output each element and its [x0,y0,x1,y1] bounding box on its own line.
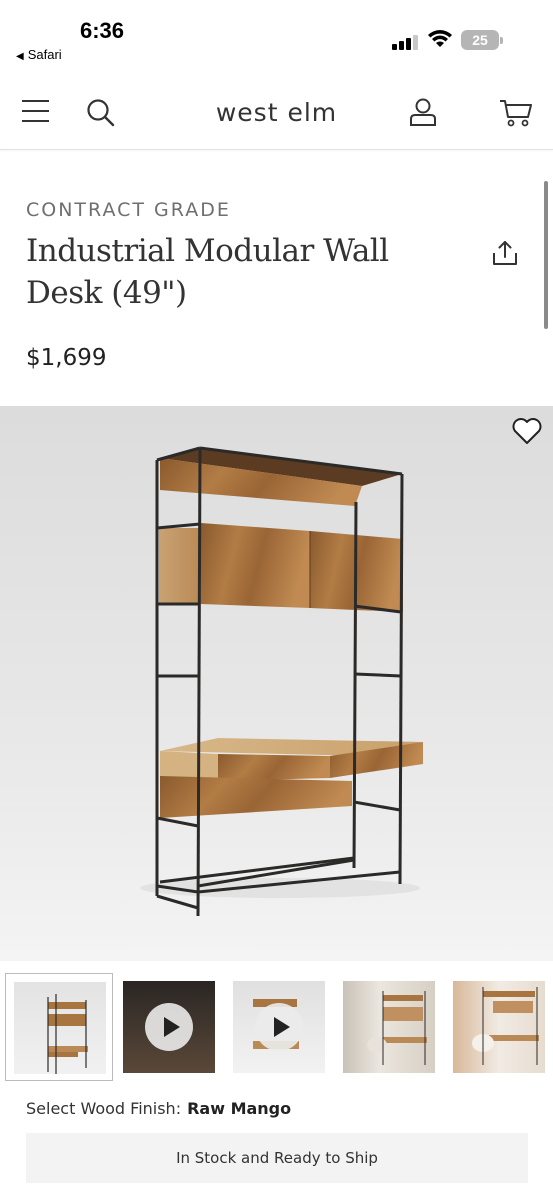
thumbnail-image [14,982,106,1074]
wifi-icon [428,30,452,47]
thumbnail-image [453,981,545,1073]
finish-value: Raw Mango [187,1099,292,1118]
product-title: Industrial Modular Wall Desk (49") [26,233,389,311]
thumbnail-1[interactable] [5,973,113,1081]
favorite-heart-icon[interactable] [511,417,543,445]
share-icon[interactable] [491,239,519,267]
thumbnail-image [123,981,215,1073]
brand-logo[interactable]: west elm [0,97,553,128]
product-price: $1,699 [26,345,107,371]
product-eyebrow: CONTRACT GRADE [26,199,231,221]
status-bar: 6:36 ◀ Safari 25 [0,0,553,76]
play-icon [255,1003,303,1051]
wood-finish-selector[interactable]: Select Wood Finish: Raw Mango [26,1099,291,1118]
product-hero-image[interactable] [0,406,553,961]
cellular-signal-icon [392,34,422,50]
account-icon[interactable] [408,97,438,127]
cart-icon[interactable] [499,97,533,129]
battery-cap [500,37,503,44]
stock-status-badge: In Stock and Ready to Ship [26,1133,528,1183]
scrollbar[interactable] [544,181,548,329]
thumbnail-image [343,981,435,1073]
back-triangle-icon: ◀ [16,51,24,62]
wall-desk-illustration [140,446,423,917]
status-time: 6:36 [80,18,125,43]
back-app-label: Safari [27,47,62,62]
play-icon [145,1003,193,1051]
thumbnail-5[interactable] [445,973,553,1081]
finish-label: Select Wood Finish: [26,1099,182,1118]
thumbnail-image [233,981,325,1073]
site-header: west elm [0,78,553,150]
thumbnail-4[interactable] [335,973,443,1081]
brand-text: west elm [215,98,338,127]
battery-icon: 25 [461,30,499,50]
thumbnail-3-video[interactable] [225,973,333,1081]
back-to-app-link[interactable]: ◀ Safari [16,47,62,62]
thumbnail-2-video[interactable] [115,973,223,1081]
thumbnail-strip [5,973,553,1083]
